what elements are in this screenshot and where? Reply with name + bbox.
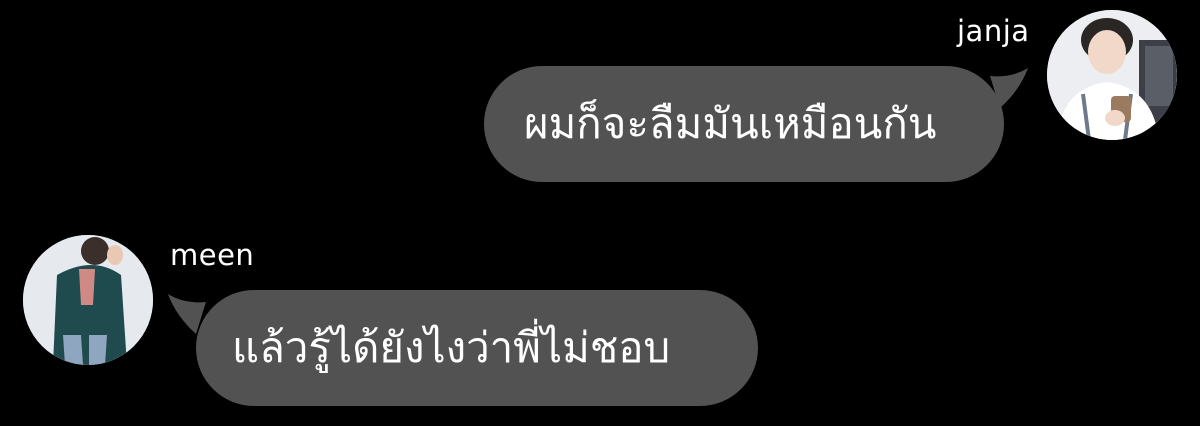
profile-photo-icon — [1047, 10, 1177, 140]
sender-name: meen — [170, 238, 255, 272]
message-text: แล้วรู้ได้ยังไงว่าพี่ไม่ชอบ — [232, 323, 671, 372]
profile-photo-icon — [23, 235, 153, 365]
sender-name: janja — [957, 14, 1030, 48]
message-text: ผมก็จะลืมมันเหมือนกัน — [524, 99, 937, 148]
message-bubble[interactable]: แล้วรู้ได้ยังไงว่าพี่ไม่ชอบ — [196, 290, 758, 406]
avatar[interactable] — [1047, 10, 1177, 140]
message-bubble[interactable]: ผมก็จะลืมมันเหมือนกัน — [484, 66, 1004, 182]
chat-thread: janja ผมก็จะลืมมันเหมือนกัน meen แล้วรู้… — [0, 0, 1200, 426]
avatar[interactable] — [23, 235, 153, 365]
